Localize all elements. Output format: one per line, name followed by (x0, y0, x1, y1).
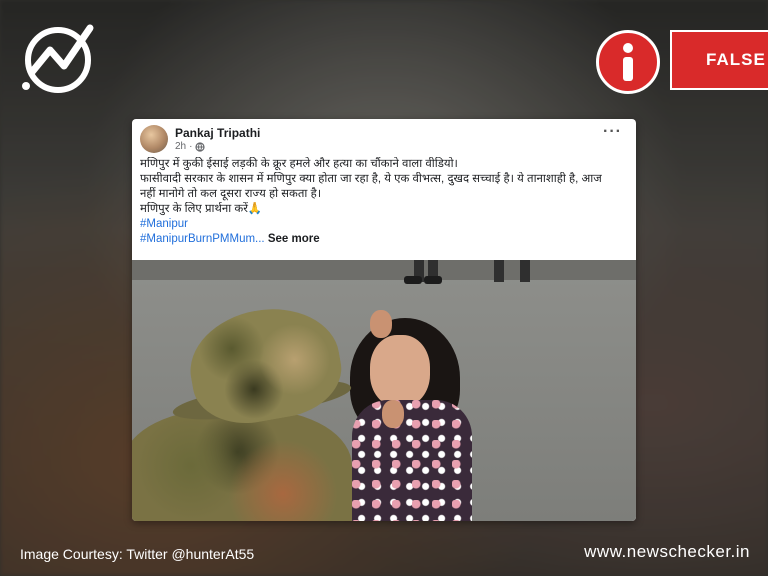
girl-hand (382, 400, 404, 428)
info-icon (596, 30, 660, 94)
verdict-badge: FALSE (670, 30, 768, 90)
site-url[interactable]: www.newschecker.in (584, 542, 750, 562)
post-time[interactable]: 2h (175, 141, 186, 152)
girl-dress (352, 400, 472, 521)
post-line-2: फासीवादी सरकार के शासन में मणिपुर क्या ह… (140, 173, 602, 185)
dot-separator: · (189, 141, 193, 152)
post-line-4: मणिपुर के लिए प्रार्थना करें🙏 (140, 203, 263, 215)
newschecker-logo-icon (18, 20, 106, 98)
post-video-still[interactable] (132, 260, 636, 521)
soldier-body (132, 410, 352, 521)
bystander-shoe (404, 276, 422, 284)
background-ground (132, 260, 636, 280)
hashtag-manipurburn[interactable]: #ManipurBurnPMMum... (140, 233, 265, 245)
post-line-1: मणिपुर में कुकी ईसाई लड़की के क्रूर हमले… (140, 158, 458, 170)
verdict-label: FALSE (706, 50, 766, 69)
facebook-post-card: Pankaj Tripathi 2h · ··· मणिपुर में कुकी… (132, 119, 636, 521)
globe-icon (195, 141, 206, 152)
bystander-leg (494, 260, 504, 282)
post-body: मणिपुर में कुकी ईसाई लड़की के क्रूर हमले… (132, 157, 636, 247)
bystander-leg (520, 260, 530, 282)
girl-face (370, 335, 430, 407)
post-meta: 2h · (175, 141, 206, 152)
hashtag-line: #ManipurBurnPMMum... See more (140, 232, 628, 247)
hashtag-manipur[interactable]: #Manipur (140, 217, 628, 232)
author-name[interactable]: Pankaj Tripathi (175, 126, 260, 140)
more-dots-icon[interactable]: ··· (603, 123, 622, 141)
image-credit: Image Courtesy: Twitter @hunterAt55 (20, 546, 255, 562)
bystander-shoe (424, 276, 442, 284)
avatar[interactable] (140, 125, 168, 153)
post-header: Pankaj Tripathi 2h · ··· (132, 119, 636, 157)
see-more-link[interactable]: See more (268, 233, 320, 245)
soldier-hand (370, 310, 392, 338)
post-line-3: नहीं मानोगे तो कल दूसरा राज्य हो सकता है… (140, 188, 322, 200)
